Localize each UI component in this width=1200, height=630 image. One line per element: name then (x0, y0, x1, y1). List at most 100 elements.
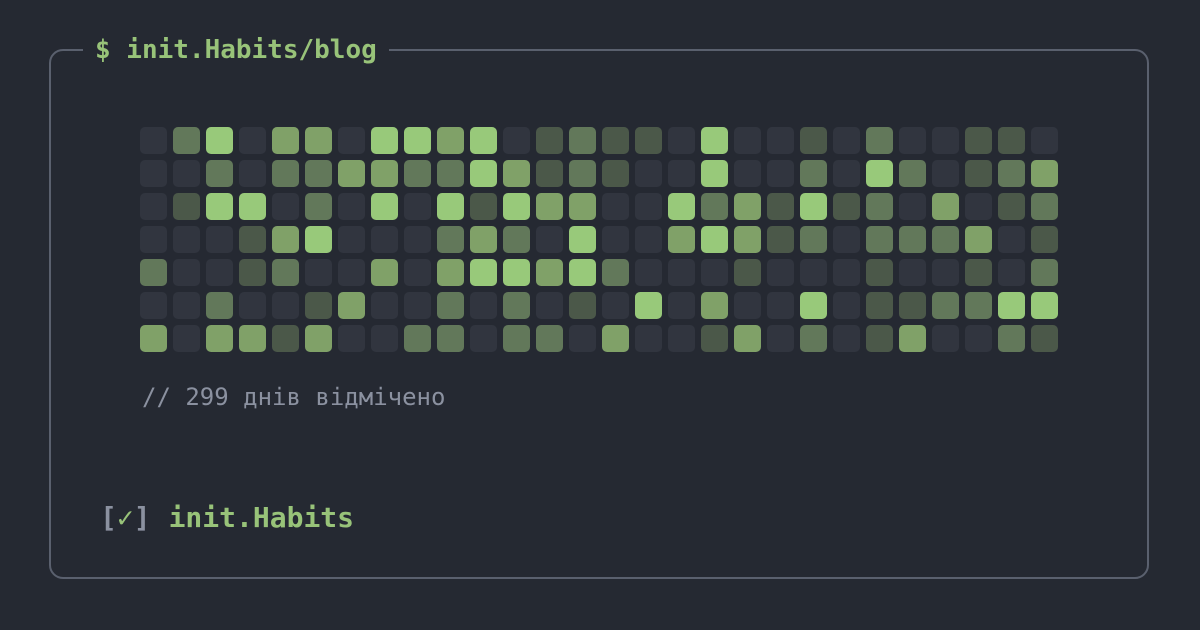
heatmap-cell (173, 193, 200, 220)
heatmap-cell (173, 226, 200, 253)
heatmap-cell (701, 259, 728, 286)
heatmap-cell (437, 226, 464, 253)
heatmap-cell (767, 325, 794, 352)
heatmap-cell (668, 325, 695, 352)
heatmap-cell (305, 259, 332, 286)
heatmap-cell (1031, 160, 1058, 187)
heatmap-cell (437, 193, 464, 220)
heatmap-cell (140, 160, 167, 187)
heatmap-cell (536, 160, 563, 187)
heatmap-cell (899, 127, 926, 154)
heatmap-cell (635, 292, 662, 319)
heatmap-cell (470, 325, 497, 352)
heatmap-cell (404, 160, 431, 187)
heatmap-cell (569, 292, 596, 319)
heatmap-cell (767, 160, 794, 187)
heatmap-cell (305, 325, 332, 352)
heatmap-cell (866, 292, 893, 319)
heatmap-cell (734, 292, 761, 319)
heatmap-cell (569, 127, 596, 154)
heatmap-cell (437, 292, 464, 319)
heatmap-cell (668, 226, 695, 253)
heatmap-cell (536, 193, 563, 220)
heatmap-cell (833, 292, 860, 319)
heatmap-cell (833, 259, 860, 286)
heatmap-cell (437, 160, 464, 187)
heatmap-cell (470, 259, 497, 286)
heatmap-cell (668, 259, 695, 286)
heatmap-cell (635, 226, 662, 253)
heatmap-cell (932, 226, 959, 253)
heatmap-cell (800, 292, 827, 319)
heatmap-cell (272, 127, 299, 154)
heatmap-cell (602, 292, 629, 319)
heatmap-cell (965, 259, 992, 286)
heatmap-cell (173, 325, 200, 352)
heatmap-cell (272, 325, 299, 352)
heatmap-cell (668, 127, 695, 154)
heatmap-cell (899, 193, 926, 220)
heatmap-cell (272, 259, 299, 286)
heatmap-cell (404, 226, 431, 253)
heatmap-cell (470, 226, 497, 253)
heatmap-cell (932, 160, 959, 187)
heatmap-cell (635, 325, 662, 352)
heatmap-cell (866, 160, 893, 187)
heatmap-cell (371, 127, 398, 154)
heatmap-cell (404, 292, 431, 319)
heatmap-cell (767, 127, 794, 154)
heatmap-cell (338, 325, 365, 352)
heatmap-cell (305, 226, 332, 253)
heatmap-cell (998, 226, 1025, 253)
heatmap-cell (503, 259, 530, 286)
heatmap-cell (866, 259, 893, 286)
heatmap-cell (734, 325, 761, 352)
heatmap-cell (800, 325, 827, 352)
heatmap-cell (239, 193, 266, 220)
heatmap-cell (965, 325, 992, 352)
heatmap-cell (965, 292, 992, 319)
heatmap-cell (239, 292, 266, 319)
heatmap-cell (932, 259, 959, 286)
heatmap-cell (140, 127, 167, 154)
heatmap-cell (602, 259, 629, 286)
heatmap-cell (800, 259, 827, 286)
heatmap-cell (371, 226, 398, 253)
heatmap-cell (338, 292, 365, 319)
heatmap-cell (899, 226, 926, 253)
heatmap-cell (206, 325, 233, 352)
heatmap-cell (833, 127, 860, 154)
heatmap-cell (635, 127, 662, 154)
heatmap-cell (998, 160, 1025, 187)
heatmap-cell (272, 226, 299, 253)
heatmap-cell (734, 160, 761, 187)
heatmap-cell (668, 292, 695, 319)
bracket-close: ] (133, 501, 151, 534)
brand-name: init.Habits (168, 501, 355, 534)
heatmap-cell (140, 325, 167, 352)
heatmap-cell (569, 193, 596, 220)
heatmap-cell (371, 325, 398, 352)
heatmap-cell (932, 127, 959, 154)
days-count-note: // 299 днів відмічено (142, 383, 446, 411)
heatmap-cell (140, 259, 167, 286)
heatmap-cell (206, 226, 233, 253)
heatmap-cell (701, 226, 728, 253)
heatmap-cell (206, 193, 233, 220)
heatmap-cell (305, 193, 332, 220)
heatmap-cell (404, 193, 431, 220)
heatmap-cell (305, 160, 332, 187)
heatmap-cell (899, 259, 926, 286)
heatmap-cell (866, 127, 893, 154)
heatmap-cell (503, 193, 530, 220)
heatmap-cell (866, 325, 893, 352)
heatmap-cell (668, 193, 695, 220)
heatmap-cell (404, 259, 431, 286)
heatmap-cell (470, 193, 497, 220)
heatmap-cell (734, 193, 761, 220)
heatmap-cell (833, 193, 860, 220)
heatmap-cell (932, 325, 959, 352)
heatmap-cell (371, 193, 398, 220)
heatmap-cell (371, 292, 398, 319)
heatmap-cell (800, 226, 827, 253)
